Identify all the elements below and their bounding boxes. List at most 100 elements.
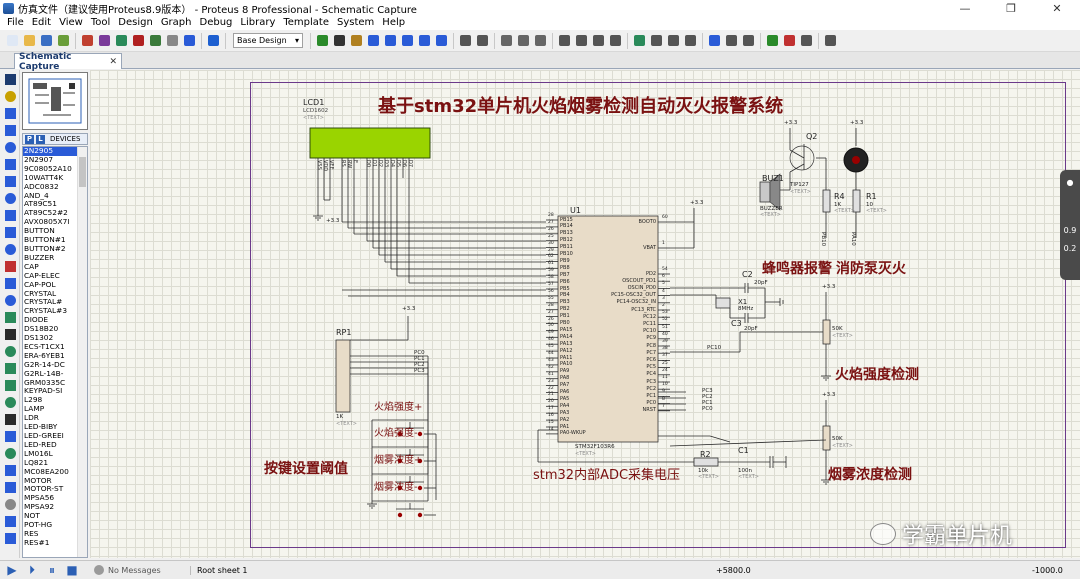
undo-button[interactable]: [458, 33, 473, 48]
device-item[interactable]: ADC0832: [23, 183, 77, 192]
device-item[interactable]: MOTOR-ST: [23, 485, 77, 494]
maximize-button[interactable]: ❐: [988, 0, 1034, 16]
menu-library[interactable]: Library: [236, 16, 279, 30]
device-item[interactable]: LAMP: [23, 405, 77, 414]
resistor-r4[interactable]: [822, 189, 831, 213]
block-copy-button[interactable]: [557, 33, 572, 48]
selection-mode-tool[interactable]: [2, 72, 18, 87]
pick-device-button[interactable]: P: [25, 134, 34, 144]
device-item[interactable]: CRYSTAL#3: [23, 307, 77, 316]
stop-icon[interactable]: ■: [64, 563, 80, 577]
voltage-probe-tool[interactable]: [2, 276, 18, 291]
line-tool[interactable]: [2, 327, 18, 342]
grid-button[interactable]: [332, 33, 347, 48]
messages-indicator[interactable]: No Messages: [94, 565, 161, 575]
pan-button[interactable]: [366, 33, 381, 48]
device-item[interactable]: LED-RED: [23, 441, 77, 450]
device-item[interactable]: RES#1: [23, 539, 77, 548]
menu-view[interactable]: View: [55, 16, 87, 30]
tape-recorder-tool[interactable]: [2, 242, 18, 257]
device-item[interactable]: CRYSTAL: [23, 290, 77, 299]
device-item[interactable]: CAP-ELEC: [23, 272, 77, 281]
device-item[interactable]: POT-HG: [23, 521, 77, 530]
device-item[interactable]: AND_4: [23, 192, 77, 201]
flame-pot[interactable]: [822, 319, 831, 345]
zoom-in-button[interactable]: [383, 33, 398, 48]
device-item[interactable]: KEYPAD-SI: [23, 387, 77, 396]
zoom-out-button[interactable]: [400, 33, 415, 48]
zoom-all-button[interactable]: [417, 33, 432, 48]
device-pins-tool[interactable]: [2, 208, 18, 223]
device-item[interactable]: AT89C52#2: [23, 209, 77, 218]
crystal-x1[interactable]: [715, 297, 731, 309]
arc-tool[interactable]: [2, 378, 18, 393]
wire-autorouter-button[interactable]: [707, 33, 722, 48]
junction-dot-tool[interactable]: [2, 106, 18, 121]
device-item[interactable]: DS18B20: [23, 325, 77, 334]
decompose-button[interactable]: [683, 33, 698, 48]
block-move-button[interactable]: [574, 33, 589, 48]
play-icon[interactable]: ▶: [4, 563, 20, 577]
menu-graph[interactable]: Graph: [157, 16, 196, 30]
library-button[interactable]: L: [36, 134, 45, 144]
current-probe-tool[interactable]: [2, 293, 18, 308]
device-item[interactable]: DIODE: [23, 316, 77, 325]
device-item[interactable]: LED-BIBY: [23, 423, 77, 432]
schematic-canvas[interactable]: 基于stm32单片机火焰烟雾检测自动灭火报警系统 蜂鸣器报警 消防泵灭火 火焰强…: [90, 70, 1080, 558]
device-item[interactable]: 2N2905: [23, 147, 77, 156]
tab-schematic-capture[interactable]: Schematic Capture ✕: [14, 52, 122, 72]
cut-button[interactable]: [499, 33, 514, 48]
device-item[interactable]: L298: [23, 396, 77, 405]
device-item[interactable]: 2N2907: [23, 156, 77, 165]
copy-button[interactable]: [516, 33, 531, 48]
bom-button[interactable]: [114, 33, 129, 48]
component-mode-tool[interactable]: [2, 89, 18, 104]
block-rotate-button[interactable]: [591, 33, 606, 48]
device-item[interactable]: MPSA56: [23, 494, 77, 503]
terminals-tool[interactable]: [2, 191, 18, 206]
text-script-tool[interactable]: [2, 140, 18, 155]
device-item[interactable]: NOT: [23, 512, 77, 521]
device-item[interactable]: LM016L: [23, 450, 77, 459]
block-delete-button[interactable]: [608, 33, 623, 48]
step-icon[interactable]: ⏵: [24, 563, 40, 577]
device-item[interactable]: LED-GREEI: [23, 432, 77, 441]
generator-tool[interactable]: [2, 259, 18, 274]
menu-help[interactable]: Help: [378, 16, 409, 30]
transistor-q2[interactable]: [789, 145, 815, 171]
origin-button[interactable]: [349, 33, 364, 48]
overview-window[interactable]: [22, 72, 88, 130]
device-item[interactable]: MOTOR: [23, 477, 77, 486]
device-item[interactable]: 9C08052A10: [23, 165, 77, 174]
menu-template[interactable]: Template: [279, 16, 333, 30]
open-folder-button[interactable]: [22, 33, 37, 48]
device-item[interactable]: CRYSTAL#: [23, 298, 77, 307]
device-item[interactable]: BUTTON: [23, 227, 77, 236]
packaging-button[interactable]: [666, 33, 681, 48]
device-item[interactable]: CAP: [23, 263, 77, 272]
menu-tool[interactable]: Tool: [87, 16, 114, 30]
make-device-button[interactable]: [649, 33, 664, 48]
smoke-pot[interactable]: [822, 425, 831, 451]
menu-edit[interactable]: Edit: [28, 16, 55, 30]
flip-horizontal-tool[interactable]: [2, 514, 18, 529]
device-item[interactable]: G2R-14-DC: [23, 361, 77, 370]
rotate-ccw-tool[interactable]: [2, 480, 18, 495]
text-tool[interactable]: [2, 412, 18, 427]
redo-button[interactable]: [475, 33, 490, 48]
exit-to-parent-button[interactable]: [799, 33, 814, 48]
help-button[interactable]: [206, 33, 221, 48]
path-tool[interactable]: [2, 395, 18, 410]
flip-vertical-tool[interactable]: [2, 531, 18, 546]
menu-file[interactable]: File: [3, 16, 28, 30]
source-button[interactable]: [182, 33, 197, 48]
remove-sheet-button[interactable]: [782, 33, 797, 48]
device-item[interactable]: ECS-T1CX1: [23, 343, 77, 352]
device-item[interactable]: RES: [23, 530, 77, 539]
device-list-scrollbar[interactable]: [77, 147, 87, 557]
marker-tool[interactable]: [2, 446, 18, 461]
button-contact[interactable]: [397, 512, 403, 518]
minimize-button[interactable]: —: [942, 0, 988, 16]
search-button[interactable]: [724, 33, 739, 48]
zoom-area-button[interactable]: [434, 33, 449, 48]
